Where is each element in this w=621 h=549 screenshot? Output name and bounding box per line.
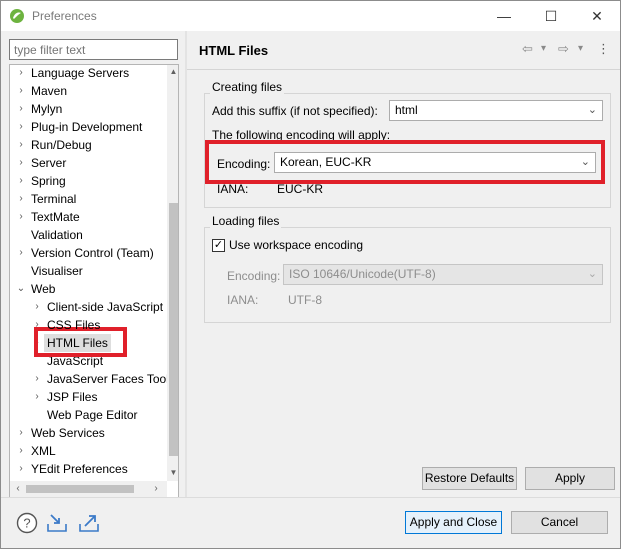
tree-item-label: YEdit Preferences [31, 462, 128, 476]
tree-item-label: Server [31, 156, 67, 170]
suffix-combo[interactable]: html ⌄ [389, 100, 603, 121]
tree-horizontal-scrollbar[interactable]: ‹ › [10, 481, 167, 497]
use-workspace-label[interactable]: Use workspace encoding [229, 238, 363, 252]
restore-defaults-button[interactable]: Restore Defaults [422, 467, 517, 490]
export-icon[interactable] [78, 512, 100, 534]
tree-item-label: Spring [31, 174, 66, 188]
preferences-window: Preferences — ☐ ✕ › YEdit Preferences › XML… [0, 0, 621, 549]
tree-item-label: Web [31, 282, 56, 296]
tree-item-label: Maven [31, 84, 68, 98]
scroll-right-icon[interactable]: › [150, 483, 162, 495]
tree-item-label: JavaServer Faces Tools [47, 372, 175, 386]
loading-iana-label: IANA: [227, 293, 259, 307]
close-button[interactable]: ✕ [574, 1, 620, 31]
tree-item-label: JSP Files [47, 390, 98, 404]
import-icon[interactable] [46, 512, 68, 534]
apply-button[interactable]: Apply [525, 467, 615, 490]
back-menu-icon[interactable]: ▾ [541, 43, 546, 54]
tree-item-label: Run/Debug [31, 138, 92, 152]
use-workspace-checkbox[interactable]: ✓ [212, 239, 225, 252]
chevron-right-icon[interactable]: › [16, 65, 26, 82]
tree-item-label: Visualiser [31, 264, 83, 278]
maximize-button[interactable]: ☐ [528, 1, 574, 31]
tree-item-label: Language Servers [31, 66, 130, 80]
chevron-right-icon[interactable]: › [32, 370, 42, 388]
tree-item-label: Mylyn [31, 102, 63, 116]
tree-item-label: XML [31, 444, 56, 458]
close-icon: ✕ [591, 7, 603, 24]
chevron-right-icon[interactable]: › [32, 298, 42, 316]
view-menu-icon[interactable]: ⋮ [597, 41, 610, 57]
chevron-right-icon[interactable]: › [16, 118, 26, 136]
tree-item-label: CSS Files [47, 318, 101, 332]
tree-scroll-thumb[interactable] [169, 203, 178, 456]
tree-vertical-scrollbar[interactable]: ▲ ▼ [167, 65, 178, 481]
tree-item-label: Plug-in Development [31, 120, 143, 134]
page-navigation: ⇦ ▾ ⇨ ▾ ⋮ [522, 41, 612, 59]
minimize-icon: — [497, 8, 511, 24]
iana-label: IANA: [217, 182, 249, 196]
loading-encoding-value: ISO 10646/Unicode(UTF-8) [289, 267, 436, 281]
back-icon[interactable]: ⇦ [522, 41, 533, 57]
tree-item-label: TextMate [31, 210, 80, 224]
help-icon[interactable]: ? [16, 512, 38, 534]
tree-item-label: Client-side JavaScript [47, 300, 164, 314]
chevron-right-icon[interactable]: › [16, 190, 26, 208]
check-icon: ✓ [213, 239, 224, 251]
app-icon [10, 9, 24, 23]
chevron-right-icon[interactable]: › [32, 388, 42, 406]
svg-text:?: ? [23, 516, 30, 531]
chevron-right-icon[interactable]: › [16, 172, 26, 190]
forward-icon[interactable]: ⇨ [558, 41, 569, 57]
loading-encoding-combo[interactable]: ISO 10646/Unicode(UTF-8) ⌄ [283, 264, 603, 285]
tree-hscroll-thumb[interactable] [26, 485, 134, 493]
chevron-right-icon[interactable]: › [16, 154, 26, 172]
chevron-right-icon[interactable]: › [16, 100, 26, 118]
chevron-down-icon: ⌄ [587, 268, 597, 280]
maximize-icon: ☐ [544, 7, 558, 24]
chevron-right-icon[interactable]: › [16, 82, 26, 100]
preference-tree: › YEdit Preferences › XML › Web Services Web P… [9, 64, 179, 498]
scroll-left-icon[interactable]: ‹ [12, 483, 24, 495]
loading-encoding-label: Encoding: [227, 269, 281, 283]
window-title: Preferences [32, 9, 97, 23]
filter-input[interactable] [9, 39, 178, 60]
scroll-up-icon[interactable]: ▲ [167, 66, 178, 78]
cancel-button[interactable]: Cancel [511, 511, 608, 534]
page-title: HTML Files [199, 43, 269, 58]
apply-and-close-button[interactable]: Apply and Close [405, 511, 502, 534]
scroll-down-icon[interactable]: ▼ [167, 467, 178, 479]
chevron-right-icon[interactable]: › [16, 460, 26, 478]
minimize-button[interactable]: — [481, 1, 527, 31]
chevron-right-icon[interactable]: › [16, 442, 26, 460]
chevron-down-icon: ⌄ [587, 104, 597, 116]
suffix-label: Add this suffix (if not specified): [212, 104, 378, 118]
chevron-right-icon[interactable]: › [16, 136, 26, 154]
tree-item-label: Web Services [31, 426, 105, 440]
loading-iana-value: UTF-8 [288, 293, 322, 307]
suffix-value: html [395, 103, 418, 117]
tree-item-label: Validation [31, 228, 83, 242]
chevron-down-icon[interactable]: ⌄ [16, 280, 26, 298]
title-bar: Preferences — ☐ ✕ [1, 1, 620, 31]
forward-menu-icon[interactable]: ▾ [578, 43, 583, 54]
preference-page: HTML Files ⇦ ▾ ⇨ ▾ ⋮ Creating files Add … [187, 31, 620, 497]
chevron-right-icon[interactable]: › [16, 208, 26, 226]
encoding-highlight-box [205, 140, 605, 184]
creating-files-label: Creating files [210, 80, 285, 94]
iana-value: EUC-KR [277, 182, 324, 196]
tree-item-label: Terminal [31, 192, 77, 206]
loading-files-label: Loading files [210, 214, 282, 228]
tree-item-label: Web Page Editor [47, 408, 138, 422]
chevron-right-icon[interactable]: › [16, 424, 26, 442]
chevron-right-icon[interactable]: › [16, 244, 26, 262]
chevron-right-icon[interactable]: › [32, 316, 42, 334]
title-separator [187, 69, 620, 70]
tree-item-label: Version Control (Team) [31, 246, 154, 260]
footer-separator [1, 497, 620, 498]
preferences-sidebar: › YEdit Preferences › XML › Web Services Web P… [2, 31, 184, 498]
